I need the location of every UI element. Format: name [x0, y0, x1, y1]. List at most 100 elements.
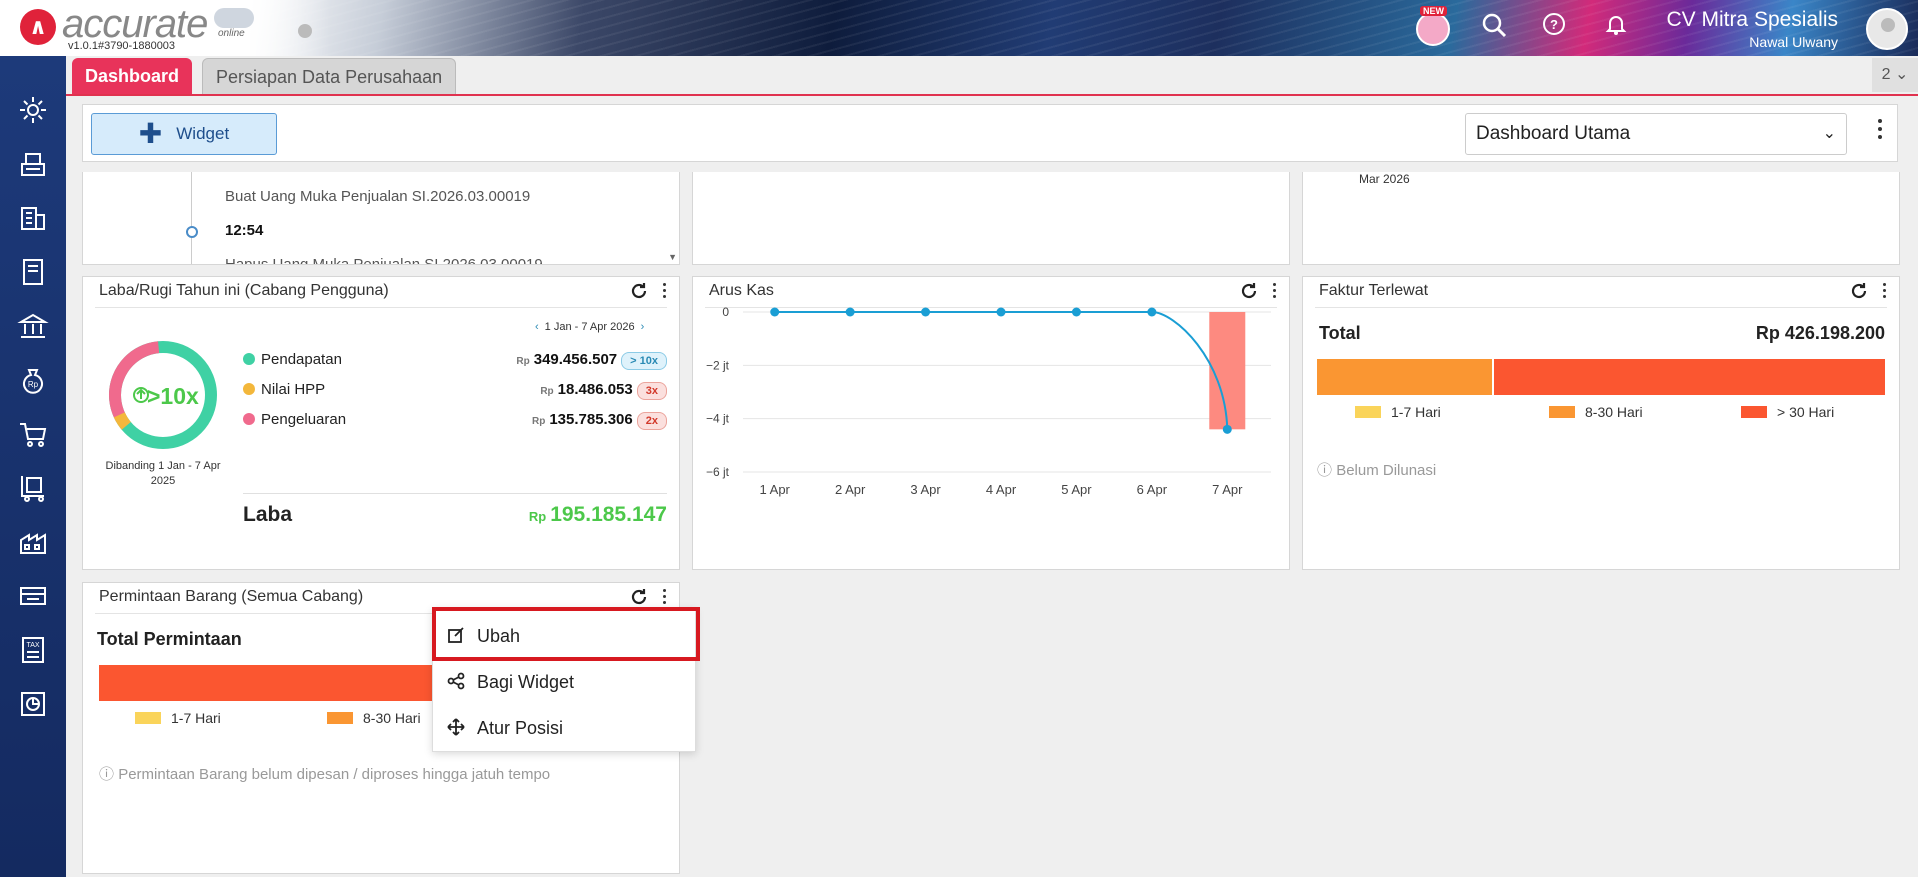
edit-icon: [448, 627, 464, 643]
arus-kas-card: Arus Kas 0 −2 jt −4 jt −6 jt 1 Apr 2 Apr 3 Apr…: [692, 276, 1290, 570]
pos-icon[interactable]: [13, 576, 53, 616]
svg-text:TAX: TAX: [26, 642, 39, 649]
cart-icon[interactable]: [13, 414, 53, 454]
permintaan-note: ⓘ Permintaan Barang belum dipesan / dipr…: [99, 766, 551, 783]
money-bag-icon[interactable]: Rp: [13, 360, 53, 400]
laba-value: Rp 195.185.147: [528, 503, 667, 526]
card-title: Faktur Terlewat: [1319, 282, 1429, 299]
tab-persiapan-data[interactable]: Persiapan Data Perusahaan: [202, 58, 457, 94]
value-pengeluaran: Rp 135.785.306 2x: [532, 411, 667, 430]
tax-icon[interactable]: TAX: [13, 630, 53, 670]
refresh-icon[interactable]: [1239, 281, 1261, 303]
cash-bar: [1209, 312, 1246, 430]
month-card: Mar 2026: [1302, 172, 1900, 265]
accurate-logo-icon[interactable]: ∧: [20, 9, 56, 45]
svg-text:Rp: Rp: [28, 380, 39, 389]
top-bar: ∧ accurate online v1.0.1#3790-1880003 NE…: [0, 0, 1918, 56]
faktur-note: ⓘ Belum Dilunasi: [1317, 462, 1437, 479]
building-icon[interactable]: [13, 198, 53, 238]
widget-menu-icon[interactable]: [1881, 283, 1887, 305]
blank-card: [692, 172, 1290, 265]
y-tick-label: 0: [722, 307, 729, 319]
comparison-value: >10x: [147, 383, 199, 409]
legend-30-plus: > 30 Hari: [1741, 404, 1834, 420]
cash-register-icon[interactable]: [13, 144, 53, 184]
book-icon[interactable]: [13, 252, 53, 292]
card-title: Arus Kas: [709, 282, 774, 299]
tab-count-dropdown[interactable]: 2 ⌄: [1872, 58, 1918, 92]
y-tick-label: −2 jt: [706, 358, 730, 372]
timeline-dot-icon: [186, 226, 198, 238]
cash-point: [921, 307, 931, 317]
row-pengeluaran: Pengeluaran: [243, 411, 346, 428]
x-tick-label: 1 Apr: [760, 482, 791, 497]
card-title: Laba/Rugi Tahun ini (Cabang Pengguna): [99, 282, 389, 299]
row-nilai-hpp: Nilai HPP: [243, 381, 325, 398]
value-nilai-hpp: Rp 18.486.053 3x: [540, 381, 667, 400]
menu-item-bagi-widget[interactable]: Bagi Widget: [433, 659, 697, 705]
refresh-icon[interactable]: [1849, 281, 1871, 303]
laba-rugi-card: Laba/Rugi Tahun ini (Cabang Pengguna) ‹ 1…: [82, 276, 680, 570]
x-tick-label: 7 Apr: [1212, 482, 1243, 497]
timeline-line: [191, 172, 192, 264]
logo-area: ∧ accurate online v1.0.1#3790-1880003: [0, 0, 330, 56]
help-icon[interactable]: ?: [1538, 12, 1570, 44]
laba-label: Laba: [243, 503, 293, 526]
legend-8-30: 8-30 Hari: [1549, 404, 1643, 420]
value-pendapatan: Rp 349.456.507 > 10x: [516, 351, 667, 370]
activity-item: Hapus Uang Muka Penjualan SI.2026.03.000…: [225, 256, 543, 265]
settings-gear-icon[interactable]: [13, 90, 53, 130]
period-selector[interactable]: ‹ 1 Jan - 7 Apr 2026 ›: [535, 321, 644, 333]
menu-item-ubah[interactable]: Ubah: [433, 613, 697, 659]
refresh-icon[interactable]: [629, 281, 651, 303]
search-icon[interactable]: [1478, 12, 1510, 44]
x-tick-label: 5 Apr: [1061, 482, 1092, 497]
tab-dashboard[interactable]: Dashboard: [72, 58, 193, 94]
aging-segment: [1494, 359, 1885, 395]
menu-item-atur-posisi[interactable]: Atur Posisi: [433, 705, 697, 751]
cash-point: [770, 307, 780, 317]
aging-stacked-bar: [1317, 359, 1885, 395]
prev-period-icon[interactable]: ‹: [535, 321, 539, 333]
widget-menu-icon[interactable]: [661, 283, 667, 305]
cash-point: [1147, 307, 1157, 317]
x-tick-label: 6 Apr: [1137, 482, 1168, 497]
y-tick-label: −6 jt: [706, 465, 730, 479]
bank-icon[interactable]: [13, 306, 53, 346]
user-avatar[interactable]: [1866, 8, 1908, 50]
tab-bar: Dashboard Persiapan Data Perusahaan 2 ⌄: [66, 56, 1918, 96]
activity-card: Buat Uang Muka Penjualan SI.2026.03.0001…: [82, 172, 680, 265]
logo-subtext: online: [218, 28, 245, 39]
svg-text:?: ?: [1550, 17, 1558, 32]
mascot-icon[interactable]: [1416, 12, 1450, 46]
toolbar-menu-icon[interactable]: [1877, 119, 1883, 147]
app-version: v1.0.1#3790-1880003: [68, 40, 176, 52]
info-icon: ⓘ: [99, 766, 115, 783]
legend-1-7: 1-7 Hari: [135, 710, 221, 726]
month-label: Mar 2026: [1359, 172, 1410, 186]
status-dot-icon: [298, 24, 312, 38]
sidebar: Rp TAX: [0, 56, 66, 877]
add-widget-button[interactable]: ✚ Widget: [91, 113, 277, 155]
factory-icon[interactable]: [13, 522, 53, 562]
trolley-icon[interactable]: [13, 468, 53, 508]
widget-menu-icon[interactable]: [1271, 283, 1277, 305]
report-chart-icon[interactable]: [13, 684, 53, 724]
plus-icon: ✚: [138, 118, 163, 149]
aging-segment: [1317, 359, 1493, 395]
card-title: Permintaan Barang (Semua Cabang): [99, 588, 364, 605]
scroll-down-icon[interactable]: ▼: [668, 252, 677, 262]
dashboard-toolbar: ✚ Widget Dashboard Utama ⌄: [82, 104, 1898, 162]
company-name[interactable]: CV Mitra Spesialis: [1666, 8, 1838, 32]
user-name: Nawal Ulwany: [1749, 34, 1838, 50]
legend-8-30: 8-30 Hari: [327, 710, 421, 726]
next-period-icon[interactable]: ›: [641, 321, 645, 333]
dashboard-select[interactable]: Dashboard Utama ⌄: [1465, 113, 1847, 155]
row-pendapatan: Pendapatan: [243, 351, 342, 368]
refresh-icon[interactable]: [629, 587, 651, 609]
divider: [95, 307, 667, 308]
activity-item: Buat Uang Muka Penjualan SI.2026.03.0001…: [225, 188, 531, 205]
share-icon: [447, 672, 465, 690]
y-tick-label: −4 jt: [706, 412, 730, 426]
bell-icon[interactable]: [1600, 12, 1632, 44]
